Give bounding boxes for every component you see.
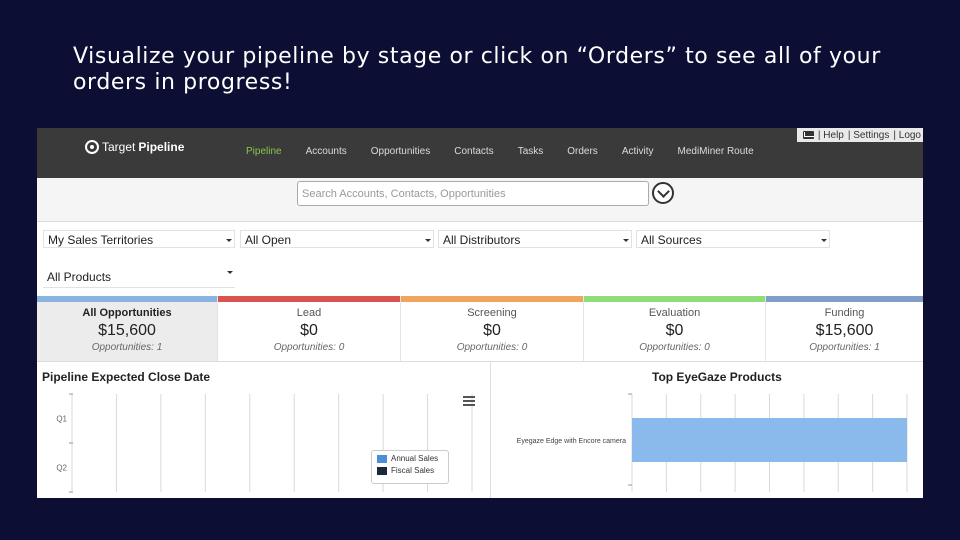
- filter-bar: My Sales Territories All Open All Distri…: [37, 222, 923, 296]
- hamburger-menu-icon[interactable]: [463, 396, 475, 406]
- stage-amount: $0: [665, 322, 684, 339]
- stage-amount: $0: [483, 322, 501, 339]
- brand-name-part2: Pipeline: [138, 140, 185, 154]
- target-logo-icon: [85, 140, 99, 154]
- brand-logo[interactable]: Target Pipeline: [85, 140, 184, 154]
- stage-tile-funding[interactable]: Funding $15,600 Opportunities: 1: [766, 296, 923, 361]
- stage-color-bar: [218, 296, 400, 302]
- stage-color-bar: [401, 296, 583, 302]
- nav-opportunities[interactable]: Opportunities: [371, 146, 430, 157]
- product-label: Eyegaze Edge with Encore camera: [517, 438, 626, 445]
- stage-count: Opportunities: 0: [639, 342, 710, 353]
- legend-label: Fiscal Sales: [391, 466, 435, 475]
- brand-name-part1: Target: [102, 140, 136, 154]
- stage-count: Opportunities: 0: [273, 342, 345, 353]
- nav-accounts[interactable]: Accounts: [306, 146, 347, 157]
- sources-select[interactable]: All Sources: [636, 230, 830, 248]
- help-link[interactable]: | Help: [818, 130, 844, 141]
- stage-color-bar: [584, 296, 765, 302]
- nav-pipeline[interactable]: Pipeline: [246, 146, 282, 157]
- stage-name: All Opportunities: [82, 307, 172, 319]
- stage-count: Opportunities: 1: [91, 342, 163, 353]
- expand-search-chevron-icon[interactable]: [652, 182, 674, 204]
- stage-name: Screening: [467, 307, 517, 319]
- stage-count: Opportunities: 1: [809, 342, 880, 353]
- main-nav: Pipeline Accounts Opportunities Contacts…: [246, 146, 778, 157]
- top-products-chart: Eyegaze Edge with Encore camera: [517, 393, 908, 492]
- nav-contacts[interactable]: Contacts: [454, 146, 493, 157]
- slide-caption: Visualize your pipeline by stage or clic…: [73, 44, 881, 95]
- stage-amount: $15,600: [815, 322, 874, 339]
- utility-links: | Help | Settings | Logo: [796, 128, 923, 142]
- legend-swatch: [377, 466, 387, 475]
- distributors-select[interactable]: All Distributors: [438, 230, 632, 248]
- stage-tile-lead[interactable]: Lead $0 Opportunities: 0: [218, 296, 401, 361]
- stage-amount: $0: [300, 322, 318, 339]
- settings-link[interactable]: | Settings: [848, 130, 890, 141]
- products-select[interactable]: All Products: [43, 268, 235, 288]
- search-input[interactable]: [297, 181, 649, 206]
- nav-activity[interactable]: Activity: [622, 146, 654, 157]
- stage-amount: $15,600: [98, 322, 156, 339]
- stage-color-bar: [37, 296, 217, 302]
- stage-name: Lead: [296, 307, 322, 319]
- close-date-chart-panel: Pipeline Expected Close Date Q1 Q2 Annual…: [37, 362, 491, 498]
- legend-label: Annual Sales: [391, 454, 439, 463]
- status-select[interactable]: All Open: [240, 230, 434, 248]
- territories-select[interactable]: My Sales Territories: [43, 230, 235, 248]
- pipeline-stages: All Opportunities $15,600 Opportunities:…: [37, 296, 923, 361]
- y-tick-label: Q2: [56, 464, 67, 473]
- stage-name: Evaluation: [648, 307, 701, 319]
- product-bar: [632, 418, 907, 462]
- top-navigation-bar: | Help | Settings | Logo Target Pipeline…: [37, 128, 923, 178]
- stage-count: Opportunities: 0: [456, 342, 528, 353]
- stage-name: Funding: [824, 307, 865, 319]
- y-tick-label: Q1: [56, 415, 67, 424]
- stage-tile-screening[interactable]: Screening $0 Opportunities: 0: [401, 296, 584, 361]
- nav-tasks[interactable]: Tasks: [518, 146, 544, 157]
- top-products-chart-panel: Top EyeGaze Products Eyegaze Edge with E…: [492, 362, 923, 498]
- mail-icon[interactable]: [802, 131, 814, 139]
- app-window: | Help | Settings | Logo Target Pipeline…: [37, 128, 923, 498]
- legend-item-annual-sales[interactable]: Annual Sales: [377, 454, 443, 463]
- stage-color-bar: [766, 296, 923, 302]
- nav-orders[interactable]: Orders: [567, 146, 598, 157]
- charts-area: Pipeline Expected Close Date Q1 Q2 Annual…: [37, 361, 923, 498]
- legend-swatch: [377, 454, 387, 463]
- legend-item-fiscal-sales[interactable]: Fiscal Sales: [377, 466, 443, 475]
- logout-link[interactable]: | Logo: [893, 130, 921, 141]
- stage-tile-evaluation[interactable]: Evaluation $0 Opportunities: 0: [584, 296, 766, 361]
- chart-legend: Annual Sales Fiscal Sales: [371, 450, 449, 484]
- nav-mediminer-route[interactable]: MediMiner Route: [677, 146, 753, 157]
- stage-tile-all-opportunities[interactable]: All Opportunities $15,600 Opportunities:…: [37, 296, 218, 361]
- search-row: [37, 178, 923, 222]
